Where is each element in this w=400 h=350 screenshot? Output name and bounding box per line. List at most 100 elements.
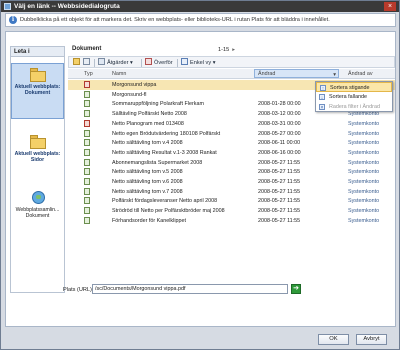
sort-descending-item[interactable]: ↓ Sortera fallande [316, 92, 392, 102]
file-modified: 2008-06-16 00:00 [258, 149, 301, 156]
transfer-button[interactable]: Överför [145, 58, 173, 67]
toolbar-divider [94, 59, 95, 67]
ok-button[interactable]: OK [318, 334, 349, 345]
next-page-arrow-icon[interactable]: ▸ [232, 47, 235, 53]
folder-icon [29, 67, 47, 83]
table-row[interactable]: Netto sälttävling tom v.7 2008 2008-05-27… [68, 187, 395, 197]
file-modified-by[interactable]: Systemkonto [348, 208, 379, 214]
column-modified-header[interactable]: Ändrad ▾ [254, 69, 339, 78]
file-name[interactable]: Netto sälttävling tom v.5 2008 [112, 169, 183, 175]
file-name[interactable]: Netto sälttävling Resultat v.1-3 2008 Ra… [112, 150, 217, 156]
file-name[interactable]: Netto sälttävling tom v.7 2008 [112, 189, 183, 195]
file-name[interactable]: Morgonsund-fl [112, 92, 146, 98]
pager-range: 1-15 [218, 47, 230, 53]
table-row[interactable]: Netto Planogram med 013408 2008-03-31 00:… [68, 119, 395, 129]
file-name[interactable]: Netto sälttävling tom v.6 2008 [112, 179, 183, 185]
file-name[interactable]: Morgonsund vippa [112, 82, 156, 88]
document-file-icon [84, 90, 90, 98]
table-row[interactable]: Abonnemangslista Supermarket 2008 2008-05… [68, 158, 395, 168]
toolbar-divider [141, 59, 142, 67]
file-modified-by[interactable]: Systemkonto [348, 160, 379, 166]
file-modified: 2008-05-27 11:55 [258, 198, 301, 205]
table-row[interactable]: Strödröd till Netto per Polfärsktbröder … [68, 206, 395, 216]
file-modified: 2008-06-11 00:00 [258, 140, 301, 147]
dialog-title: Välj en länk -- Webbsidedialogruta [14, 3, 120, 10]
sidebar-item-site-collection[interactable]: Webbplatssamlin... Dokument [11, 187, 64, 237]
file-name[interactable]: Sommaruppföljning Polarkraft Flerkam [112, 101, 204, 107]
toolbar: Åtgärder ▾ Överför Enkel vy ▾ [68, 56, 395, 68]
file-modified-by[interactable]: Systemkonto [348, 189, 379, 195]
document-file-icon [84, 139, 90, 147]
file-name[interactable]: Polfärskt fördagsleveranser Netto april … [112, 198, 217, 204]
document-file-icon [84, 100, 90, 108]
upload-icon [145, 58, 152, 65]
sort-ascending-item[interactable]: ↑ Sortera stigande [316, 82, 392, 92]
browser-panel: Leta i Aktuell webbplats: Dokument Aktue… [5, 31, 396, 327]
column-type[interactable]: Typ [84, 71, 93, 77]
file-modified-by[interactable]: Systemkonto [348, 218, 379, 224]
table-row[interactable]: Förhandsorder för Kanelklippet 2008-05-27… [68, 216, 395, 226]
up-folder-button[interactable] [83, 58, 92, 67]
file-modified: 2008-05-27 00:00 [258, 130, 301, 137]
file-name[interactable]: Förhandsorder för Kanelklippet [112, 218, 186, 224]
file-modified: 2008-05-27 11:55 [258, 188, 301, 195]
clear-filter-item[interactable]: × Radera filter i Ändrad [316, 102, 392, 112]
sidebar-item-pages[interactable]: Aktuell webbplats: Sidor [11, 131, 64, 181]
file-modified-by[interactable]: Systemkonto [348, 150, 379, 156]
file-modified-by[interactable]: Systemkonto [348, 121, 379, 127]
file-name[interactable]: Strödröd till Netto per Polfärsktbröder … [112, 208, 225, 214]
globe-icon [29, 190, 47, 206]
sidebar-item-label: Webbplatssamlin... Dokument [15, 207, 60, 219]
file-modified-by[interactable]: Systemkonto [348, 140, 379, 146]
column-modified-by[interactable]: Ändrad av [348, 71, 373, 77]
view-menu[interactable]: Enkel vy ▾ [181, 58, 216, 67]
table-row[interactable]: Polfärskt fördagsleveranser Netto april … [68, 196, 395, 206]
toolbar-divider [177, 59, 178, 67]
info-bar: i Dubbelklicka på ett objekt för att mar… [5, 13, 396, 27]
clear-filter-icon: × [319, 104, 325, 111]
go-button[interactable]: ➔ [291, 284, 301, 294]
table-row[interactable]: Netto sälttävling Resultat v.1-3 2008 Ra… [68, 148, 395, 158]
info-text: Dubbelklicka på ett objekt för att marke… [20, 17, 330, 23]
file-modified: 2008-05-27 11:55 [258, 159, 301, 166]
table-row[interactable]: Netto sälttävling tom v.4 2008 2008-06-11… [68, 138, 395, 148]
sidebar-item-documents[interactable]: Aktuell webbplats: Dokument [11, 63, 64, 119]
column-name[interactable]: Namn [112, 71, 126, 77]
cancel-button[interactable]: Avbryt [356, 334, 387, 345]
document-file-icon [84, 158, 90, 166]
sidebar-title: Leta i [11, 47, 64, 57]
location-label: Plats (URL): [63, 287, 94, 293]
file-modified: 2008-03-31 00:00 [258, 120, 301, 127]
file-modified: 2008-05-27 11:55 [258, 208, 301, 215]
table-row[interactable]: Netto egen Brödutvärdering 180108 Polfär… [68, 129, 395, 139]
sort-descending-icon: ↓ [319, 94, 325, 101]
folder-icon [29, 134, 47, 150]
menu-item-label: Sortera fallande [329, 94, 368, 100]
file-modified-by[interactable]: Systemkonto [348, 198, 379, 204]
file-name[interactable]: Abonnemangslista Supermarket 2008 [112, 160, 202, 166]
file-modified-by[interactable]: Systemkonto [348, 169, 379, 175]
file-name[interactable]: Netto Planogram med 013408 [112, 121, 184, 127]
file-modified-by[interactable]: Systemkonto [348, 179, 379, 185]
file-modified-by[interactable]: Systemkonto [348, 131, 379, 137]
file-name[interactable]: Netto sälttävling tom v.4 2008 [112, 140, 183, 146]
file-name[interactable]: Netto egen Brödutvärdering 180108 Polfär… [112, 131, 220, 137]
new-folder-button[interactable] [73, 58, 82, 67]
file-name[interactable]: Sälltävling Polfärskt Netto 2008 [112, 111, 187, 117]
pdf-file-icon [84, 81, 90, 88]
sidebar-item-label: Aktuell webbplats: Dokument [14, 84, 61, 96]
document-file-icon [84, 187, 90, 195]
actions-menu[interactable]: Åtgärder ▾ [98, 58, 133, 67]
file-modified: 2008-05-27 11:55 [258, 179, 301, 185]
close-button[interactable]: × [384, 2, 396, 11]
up-folder-icon [83, 58, 90, 65]
transfer-label: Överför [154, 60, 173, 66]
column-header-row: Typ Namn Ändrad ▾ Ändrad av [68, 69, 395, 79]
file-modified: 2008-03-12 00:00 [258, 111, 301, 118]
location-input[interactable]: /sc/Documents/Morgonsund vippa.pdf [92, 284, 288, 294]
table-row[interactable]: Netto sälttävling tom v.5 2008 2008-05-27… [68, 167, 395, 177]
table-row[interactable]: Netto sälttävling tom v.6 2008 2008-05-27… [68, 177, 395, 187]
chevron-down-icon[interactable]: ▾ [333, 72, 336, 78]
pdf-file-icon [84, 119, 90, 127]
sort-ascending-icon: ↑ [320, 85, 326, 92]
